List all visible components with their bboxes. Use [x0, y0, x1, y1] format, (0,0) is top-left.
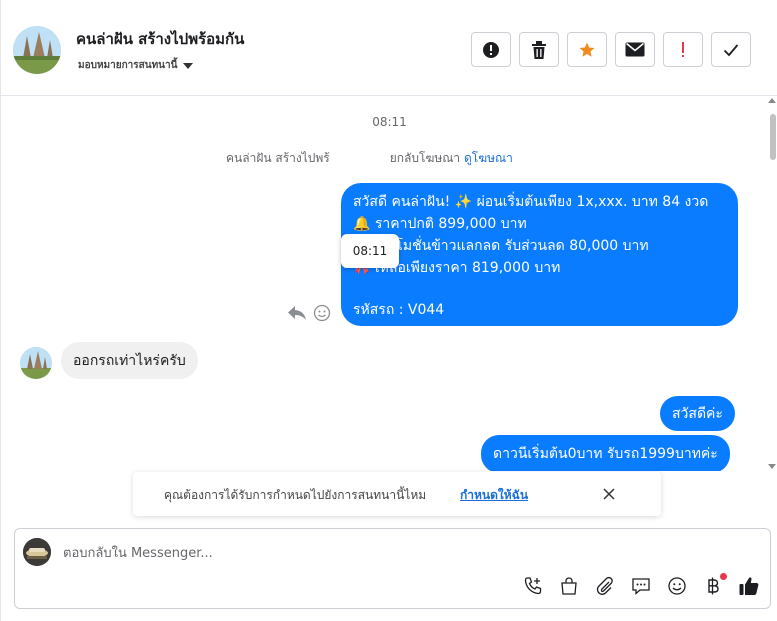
- flag-button[interactable]: [663, 32, 703, 67]
- exclamation-icon: [682, 41, 684, 57]
- smiley-icon: [668, 577, 686, 595]
- chat-bubble-icon: [632, 578, 650, 595]
- emoji-button[interactable]: [666, 575, 688, 597]
- info-circle-icon: [483, 41, 499, 58]
- close-icon[interactable]: [601, 486, 617, 502]
- spam-info-button[interactable]: [471, 32, 511, 67]
- reply-input[interactable]: [63, 543, 663, 563]
- thread-scrollbar[interactable]: [767, 96, 777, 471]
- promo-line: ** โปรโมชั่นข้าวแลกลด รับส่วนลด 80,000 บ…: [353, 238, 649, 254]
- shop-button[interactable]: [558, 575, 580, 597]
- message-thread[interactable]: 08:11 คนล่าฝัน สร้างไปพร้ ยกลับโฆษณา ดูโฆ…: [1, 96, 777, 471]
- saved-replies-button[interactable]: [630, 575, 652, 597]
- contact-avatar[interactable]: [13, 26, 61, 74]
- promo-line: สวัสดี คนล่าฝัน! ✨ ผ่อนเริ่มต้นเพียง 1x,…: [353, 194, 709, 210]
- assign-prompt-text: คุณต้องการได้รับการกำหนดไปยังการสนทนานี้…: [164, 488, 427, 502]
- envelope-icon: [625, 42, 645, 57]
- system-message-prefix: คนล่าฝัน สร้างไปพร้: [226, 151, 330, 165]
- thread-timestamp: 08:11: [372, 115, 407, 129]
- composer-toolbar: [522, 573, 760, 597]
- delete-button[interactable]: [519, 32, 559, 67]
- reply-icon[interactable]: [287, 305, 307, 321]
- like-button[interactable]: [738, 575, 760, 597]
- thumbs-up-icon: [739, 577, 759, 595]
- attach-button[interactable]: [594, 575, 616, 597]
- ad-reply-system-message: คนล่าฝัน สร้างไปพร้ ยกลับโฆษณา ดูโฆษณา: [226, 149, 513, 168]
- mark-unread-button[interactable]: [615, 32, 655, 67]
- shopping-bag-icon: [561, 577, 577, 595]
- notification-dot: [720, 573, 727, 580]
- outgoing-message-promo[interactable]: สวัสดี คนล่าฝัน! ✨ ผ่อนเริ่มต้นเพียง 1x,…: [341, 183, 738, 326]
- scroll-thumb[interactable]: [770, 114, 776, 160]
- message-actions: [287, 304, 331, 322]
- done-button[interactable]: [711, 32, 751, 67]
- message-composer: [14, 528, 771, 609]
- assign-to-me-link[interactable]: กำหนดให้ฉัน: [460, 486, 528, 505]
- promo-line: รหัสรถ : V044: [353, 302, 445, 318]
- call-button[interactable]: [522, 575, 544, 597]
- scroll-up-arrow-icon[interactable]: [768, 98, 776, 103]
- assign-dropdown[interactable]: มอบหมายการสนทนานี้: [78, 58, 194, 73]
- time-tooltip: 08:11: [341, 234, 399, 268]
- conversation-title: คนล่าฝัน สร้างไปพร้อมกัน: [76, 30, 245, 48]
- star-button[interactable]: [567, 32, 607, 67]
- promo-line: 🔔 ราคาปกติ 899,000 บาท: [353, 216, 527, 232]
- star-icon: [579, 42, 595, 57]
- page-avatar: [23, 538, 51, 566]
- outgoing-message-greeting[interactable]: สวัสดีค่ะ: [660, 396, 735, 431]
- system-message-suffix: ยกลับโฆษณา: [389, 151, 461, 165]
- sender-avatar[interactable]: [20, 347, 52, 379]
- assign-prompt-banner: คุณต้องการได้รับการกำหนดไปยังการสนทนานี้…: [133, 472, 661, 516]
- react-smiley-icon[interactable]: [313, 304, 331, 322]
- promo-line: 🎀 เหลือเพียงราคา 819,000 บาท: [353, 260, 561, 276]
- trash-icon: [532, 40, 546, 59]
- conversation-panel: คนล่าฝัน สร้างไปพร้อมกัน มอบหมายการสนทนา…: [0, 0, 777, 621]
- caret-down-icon: [183, 62, 194, 69]
- baht-icon: [708, 577, 719, 595]
- phone-plus-icon: [524, 577, 542, 595]
- conversation-header: คนล่าฝัน สร้างไปพร้อมกัน มอบหมายการสนทนา…: [1, 0, 777, 96]
- payment-button[interactable]: [702, 573, 727, 597]
- check-icon: [723, 43, 739, 56]
- scroll-down-arrow-icon[interactable]: [768, 464, 776, 469]
- paperclip-icon: [596, 576, 613, 595]
- outgoing-message-downpayment[interactable]: ดาวนีเริ่มต้น0บาท รับรถ1999บาทค่ะ: [481, 435, 730, 471]
- incoming-message[interactable]: ออกรถเท่าไหร่ครับ: [61, 342, 198, 379]
- view-ad-link[interactable]: ดูโฆษณา: [464, 151, 513, 165]
- assign-label: มอบหมายการสนทนานี้: [78, 60, 178, 71]
- promo-line: [353, 279, 726, 299]
